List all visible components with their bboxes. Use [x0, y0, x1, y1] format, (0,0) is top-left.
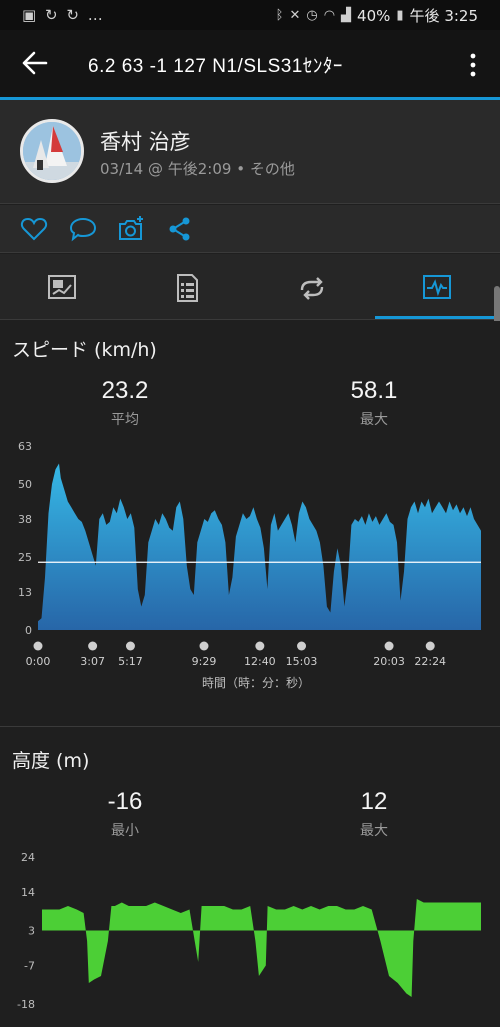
- social-actions: [0, 205, 500, 253]
- overflow-menu-icon[interactable]: [464, 52, 482, 78]
- speed-x-tick-dot: [255, 641, 265, 651]
- speed-x-tick-label: 5:17: [118, 655, 143, 668]
- speed-title: スピード (km/h): [12, 339, 157, 361]
- speed-chart[interactable]: 63 50 38 25 13 0 0:00 3:07 5:17 9:29 12:40 15:03 20:…: [0, 436, 500, 696]
- speed-avg-value: 23.2: [101, 377, 149, 404]
- speed-x-tick-label: 22:24: [414, 655, 446, 668]
- speed-x-tick-dot: [88, 641, 98, 651]
- speed-y-tick-label: 38: [18, 513, 32, 526]
- share-icon[interactable]: [166, 215, 194, 243]
- elevation-min-label: 最小: [111, 823, 139, 839]
- avatar[interactable]: [20, 119, 84, 183]
- elevation-chart[interactable]: 24 14 3 -7 -18: [0, 847, 500, 1022]
- speed-x-axis-label: 時間（時：分：秒）: [202, 676, 310, 690]
- tab-details[interactable]: [125, 254, 250, 320]
- speed-x-tick-dot: [199, 641, 209, 651]
- sync-icon: ↻: [44, 6, 60, 24]
- status-bar: ▣ ↻ ↻ … ᛒ ✕ ◷ ◠ ▟ 40% ▮ 午後 3:25: [0, 0, 500, 30]
- signal-icon: ▟: [341, 8, 352, 23]
- comment-icon[interactable]: [69, 215, 97, 243]
- profile-header: 香村 治彦 03/14 @ 午後2:09 • その他: [0, 100, 500, 204]
- summary-icon: [48, 275, 76, 299]
- elevation-y-tick-label: -18: [17, 998, 35, 1011]
- elevation-area-series: [42, 899, 481, 997]
- elevation-y-tick-label: 24: [21, 851, 35, 864]
- speed-section: スピード (km/h) 23.2 平均 58.1 最大 63 50 38 25 13 0 0…: [0, 321, 500, 726]
- speed-x-tick-dot: [125, 641, 135, 651]
- laps-icon: [300, 277, 324, 300]
- speed-x-tick-dot: [297, 641, 307, 651]
- speed-avg-label: 平均: [111, 412, 139, 428]
- like-heart-icon[interactable]: [20, 215, 48, 243]
- sync-icon: ↻: [66, 6, 81, 24]
- image-icon: ▣: [22, 6, 39, 24]
- wifi-icon: ◠: [323, 8, 336, 23]
- elevation-title: 高度 (m): [12, 750, 90, 772]
- bluetooth-icon: ᛒ: [275, 8, 284, 23]
- app-bar: 6.2 63 -1 127 N1/SLS31ｾﾝﾀｰ: [0, 30, 500, 97]
- alarm-icon: ◷: [306, 8, 318, 23]
- back-arrow-icon[interactable]: [18, 48, 52, 78]
- elevation-min-value: -16: [107, 788, 143, 815]
- speed-y-tick-label: 25: [18, 551, 32, 564]
- add-photo-icon[interactable]: [117, 215, 145, 243]
- speed-x-tick-label: 3:07: [80, 655, 105, 668]
- speed-max-value: 58.1: [350, 377, 398, 404]
- tab-bar: [0, 254, 500, 320]
- details-icon: [177, 274, 198, 302]
- activity-datetime: 03/14 @ 午後2:09 • その他: [100, 160, 295, 178]
- speed-area-series: [38, 463, 481, 630]
- mute-icon: ✕: [289, 8, 301, 23]
- more-dots-icon: …: [87, 6, 105, 24]
- battery-percent: 40%: [357, 6, 391, 25]
- user-name: 香村 治彦: [100, 130, 191, 154]
- elevation-y-tick-label: -7: [24, 960, 35, 973]
- elevation-max-value: 12: [360, 788, 388, 815]
- elevation-max-label: 最大: [360, 823, 388, 839]
- speed-x-tick-label: 12:40: [244, 655, 276, 668]
- speed-y-tick-label: 63: [18, 440, 32, 453]
- speed-y-tick-label: 0: [25, 624, 32, 637]
- speed-x-tick-label: 15:03: [286, 655, 318, 668]
- tab-charts[interactable]: [375, 254, 500, 320]
- battery-icon: ▮: [396, 8, 404, 23]
- clock: 午後 3:25: [409, 7, 478, 25]
- status-left-icons: ▣ ↻ ↻ …: [22, 6, 105, 24]
- elevation-y-tick-label: 14: [21, 886, 35, 899]
- speed-x-tick-label: 20:03: [373, 655, 405, 668]
- speed-max-label: 最大: [360, 412, 388, 428]
- status-right: ᛒ ✕ ◷ ◠ ▟ 40% ▮ 午後 3:25: [276, 5, 478, 26]
- charts-icon: [423, 275, 451, 299]
- speed-x-tick-dot: [425, 641, 435, 651]
- speed-x-tick-dot: [384, 641, 394, 651]
- speed-y-tick-label: 13: [18, 586, 32, 599]
- tab-laps[interactable]: [250, 254, 375, 320]
- tab-summary[interactable]: [0, 254, 125, 320]
- active-tab-indicator: [375, 316, 500, 319]
- speed-x-tick-label: 9:29: [192, 655, 217, 668]
- avatar-photo: [23, 122, 81, 180]
- elevation-section: 高度 (m) -16 最小 12 最大 24 14 3 -7 -18: [0, 727, 500, 1027]
- speed-x-tick-dot: [33, 641, 43, 651]
- activity-title: 6.2 63 -1 127 N1/SLS31ｾﾝﾀｰ: [88, 56, 343, 77]
- elevation-y-tick-label: 3: [28, 925, 35, 938]
- speed-y-tick-label: 50: [18, 478, 32, 491]
- speed-x-tick-label: 0:00: [26, 655, 51, 668]
